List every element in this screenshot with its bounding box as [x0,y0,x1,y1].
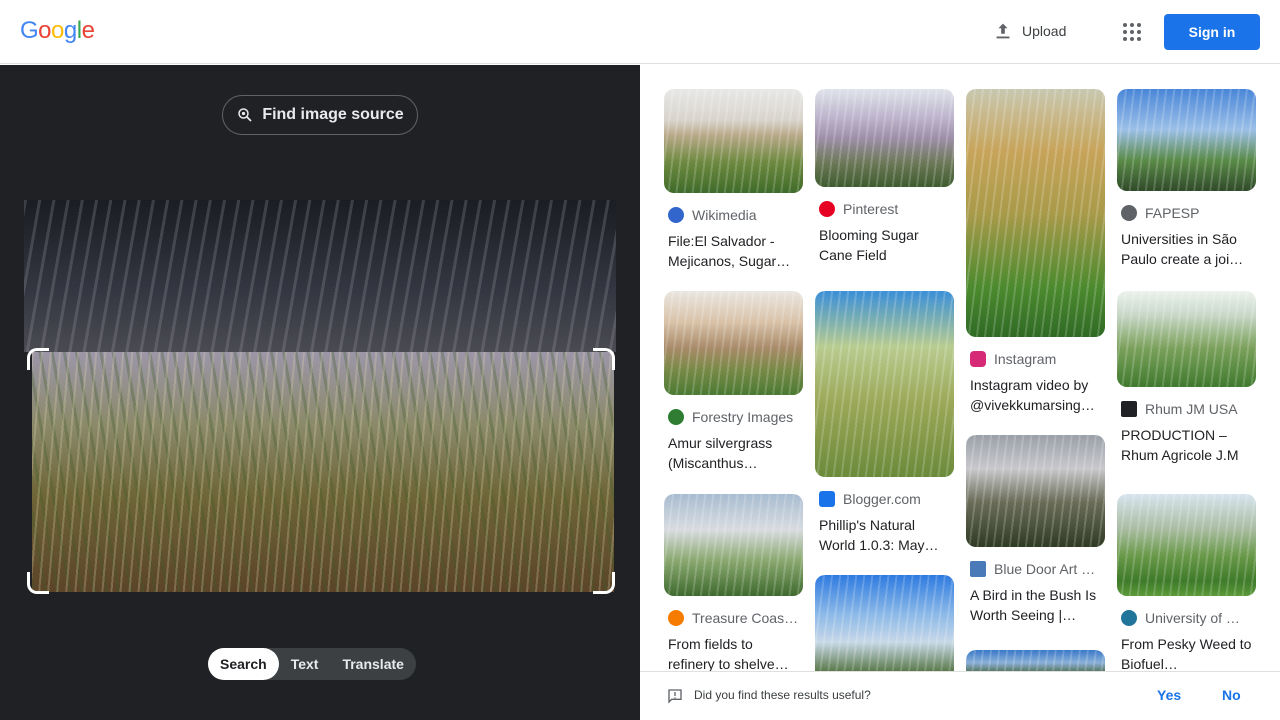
google-logo[interactable]: Google [20,17,95,45]
result-card[interactable]: Blogger.com Phillip's Natural World 1.0.… [815,291,954,555]
feedback-icon [668,689,682,704]
result-source: FAPESP [1121,205,1256,221]
result-card[interactable]: Treasure Coas… From fields to refinery t… [664,494,803,671]
result-thumbnail[interactable] [966,650,1105,671]
crop-handle-top-left[interactable] [27,348,49,370]
result-source: Forestry Images [668,409,803,425]
result-card[interactable]: FAPESP Universities in São Paulo create … [1117,89,1256,269]
result-title[interactable]: File:El Salvador - Mejicanos, Sugar… [668,231,799,271]
result-thumbnail[interactable] [664,89,803,193]
result-title[interactable]: Instagram video by @vivekkumarsing… [970,375,1101,415]
crop-handle-bottom-left[interactable] [27,572,49,594]
image-preview-panel: Find image source Search Text Translate [0,65,640,720]
mode-translate-tab[interactable]: Translate [330,648,415,680]
feedback-bar: Did you find these results useful? Yes N… [640,671,1280,720]
result-source: Pinterest [819,201,954,217]
upload-icon [996,23,1010,39]
result-source: University of … [1121,610,1256,626]
find-image-source-button[interactable]: Find image source [222,95,418,135]
result-card[interactable]: Wikimedia File:El Salvador - Mejicanos, … [664,89,803,271]
result-source: Instagram [970,351,1105,367]
apps-grid-icon[interactable] [1120,20,1144,44]
result-source: Blogger.com [819,491,954,507]
upload-label: Upload [1022,23,1067,39]
result-card[interactable] [815,575,954,671]
selection-area[interactable] [32,352,614,592]
result-card[interactable]: University of … From Pesky Weed to Biofu… [1117,494,1256,671]
blue-door-art-favicon-icon [970,561,986,577]
treasure-coast-favicon-icon [668,610,684,626]
result-title[interactable]: Universities in São Paulo create a joi… [1121,229,1252,269]
result-title[interactable]: A Bird in the Bush Is Worth Seeing |… [970,585,1101,625]
mode-text-tab[interactable]: Text [279,648,331,680]
find-image-source-label: Find image source [262,106,404,123]
blogger-favicon-icon [819,491,835,507]
result-card[interactable]: Instagram Instagram video by @vivekkumar… [966,89,1105,415]
result-title[interactable]: From fields to refinery to shelve… [668,634,799,671]
pinterest-favicon-icon [819,201,835,217]
result-thumbnail[interactable] [1117,494,1256,596]
upload-button[interactable]: Upload [992,20,1066,42]
result-thumbnail[interactable] [1117,291,1256,387]
wordpress-favicon-icon [1121,610,1137,626]
crop-handle-bottom-right[interactable] [593,572,615,594]
forestry-images-favicon-icon [668,409,684,425]
mode-switcher: Search Text Translate [208,648,416,680]
result-thumbnail[interactable] [664,494,803,596]
result-thumbnail[interactable] [664,291,803,395]
result-source: Wikimedia [668,207,803,223]
result-thumbnail[interactable] [966,435,1105,547]
image-unselected-area [24,200,616,352]
result-thumbnail[interactable] [815,291,954,477]
feedback-question: Did you find these results useful? [694,688,871,702]
result-source: Rhum JM USA [1121,401,1256,417]
result-title[interactable]: Amur silvergrass (Miscanthus… [668,433,799,473]
result-thumbnail[interactable] [966,89,1105,337]
wikimedia-favicon-icon [668,207,684,223]
top-bar: Google Upload Sign in [0,0,1280,64]
instagram-favicon-icon [970,351,986,367]
result-thumbnail[interactable] [815,89,954,187]
result-title[interactable]: PRODUCTION – Rhum Agricole J.M [1121,425,1252,465]
result-title[interactable]: Phillip's Natural World 1.0.3: May… [819,515,950,555]
result-thumbnail[interactable] [815,575,954,671]
result-card[interactable]: Forestry Images Amur silvergrass (Miscan… [664,291,803,473]
result-card[interactable]: Pinterest Blooming Sugar Cane Field [815,89,954,265]
lens-search-icon [238,108,252,122]
result-card[interactable] [966,650,1105,671]
crop-handle-top-right[interactable] [593,348,615,370]
rhum-jm-favicon-icon [1121,401,1137,417]
result-card[interactable]: Rhum JM USA PRODUCTION – Rhum Agricole J… [1117,291,1256,465]
mode-search-tab[interactable]: Search [208,648,279,680]
globe-favicon-icon [1121,205,1137,221]
sign-in-button[interactable]: Sign in [1164,14,1260,50]
result-source: Blue Door Art … [970,561,1105,577]
feedback-yes-button[interactable]: Yes [1157,687,1181,703]
result-thumbnail[interactable] [1117,89,1256,191]
result-title[interactable]: Blooming Sugar Cane Field [819,225,950,265]
query-image [24,200,616,597]
visual-matches-grid: Wikimedia File:El Salvador - Mejicanos, … [640,65,1280,671]
result-title[interactable]: From Pesky Weed to Biofuel… [1121,634,1252,671]
result-card[interactable]: Blue Door Art … A Bird in the Bush Is Wo… [966,435,1105,625]
result-source: Treasure Coas… [668,610,803,626]
feedback-no-button[interactable]: No [1222,687,1241,703]
